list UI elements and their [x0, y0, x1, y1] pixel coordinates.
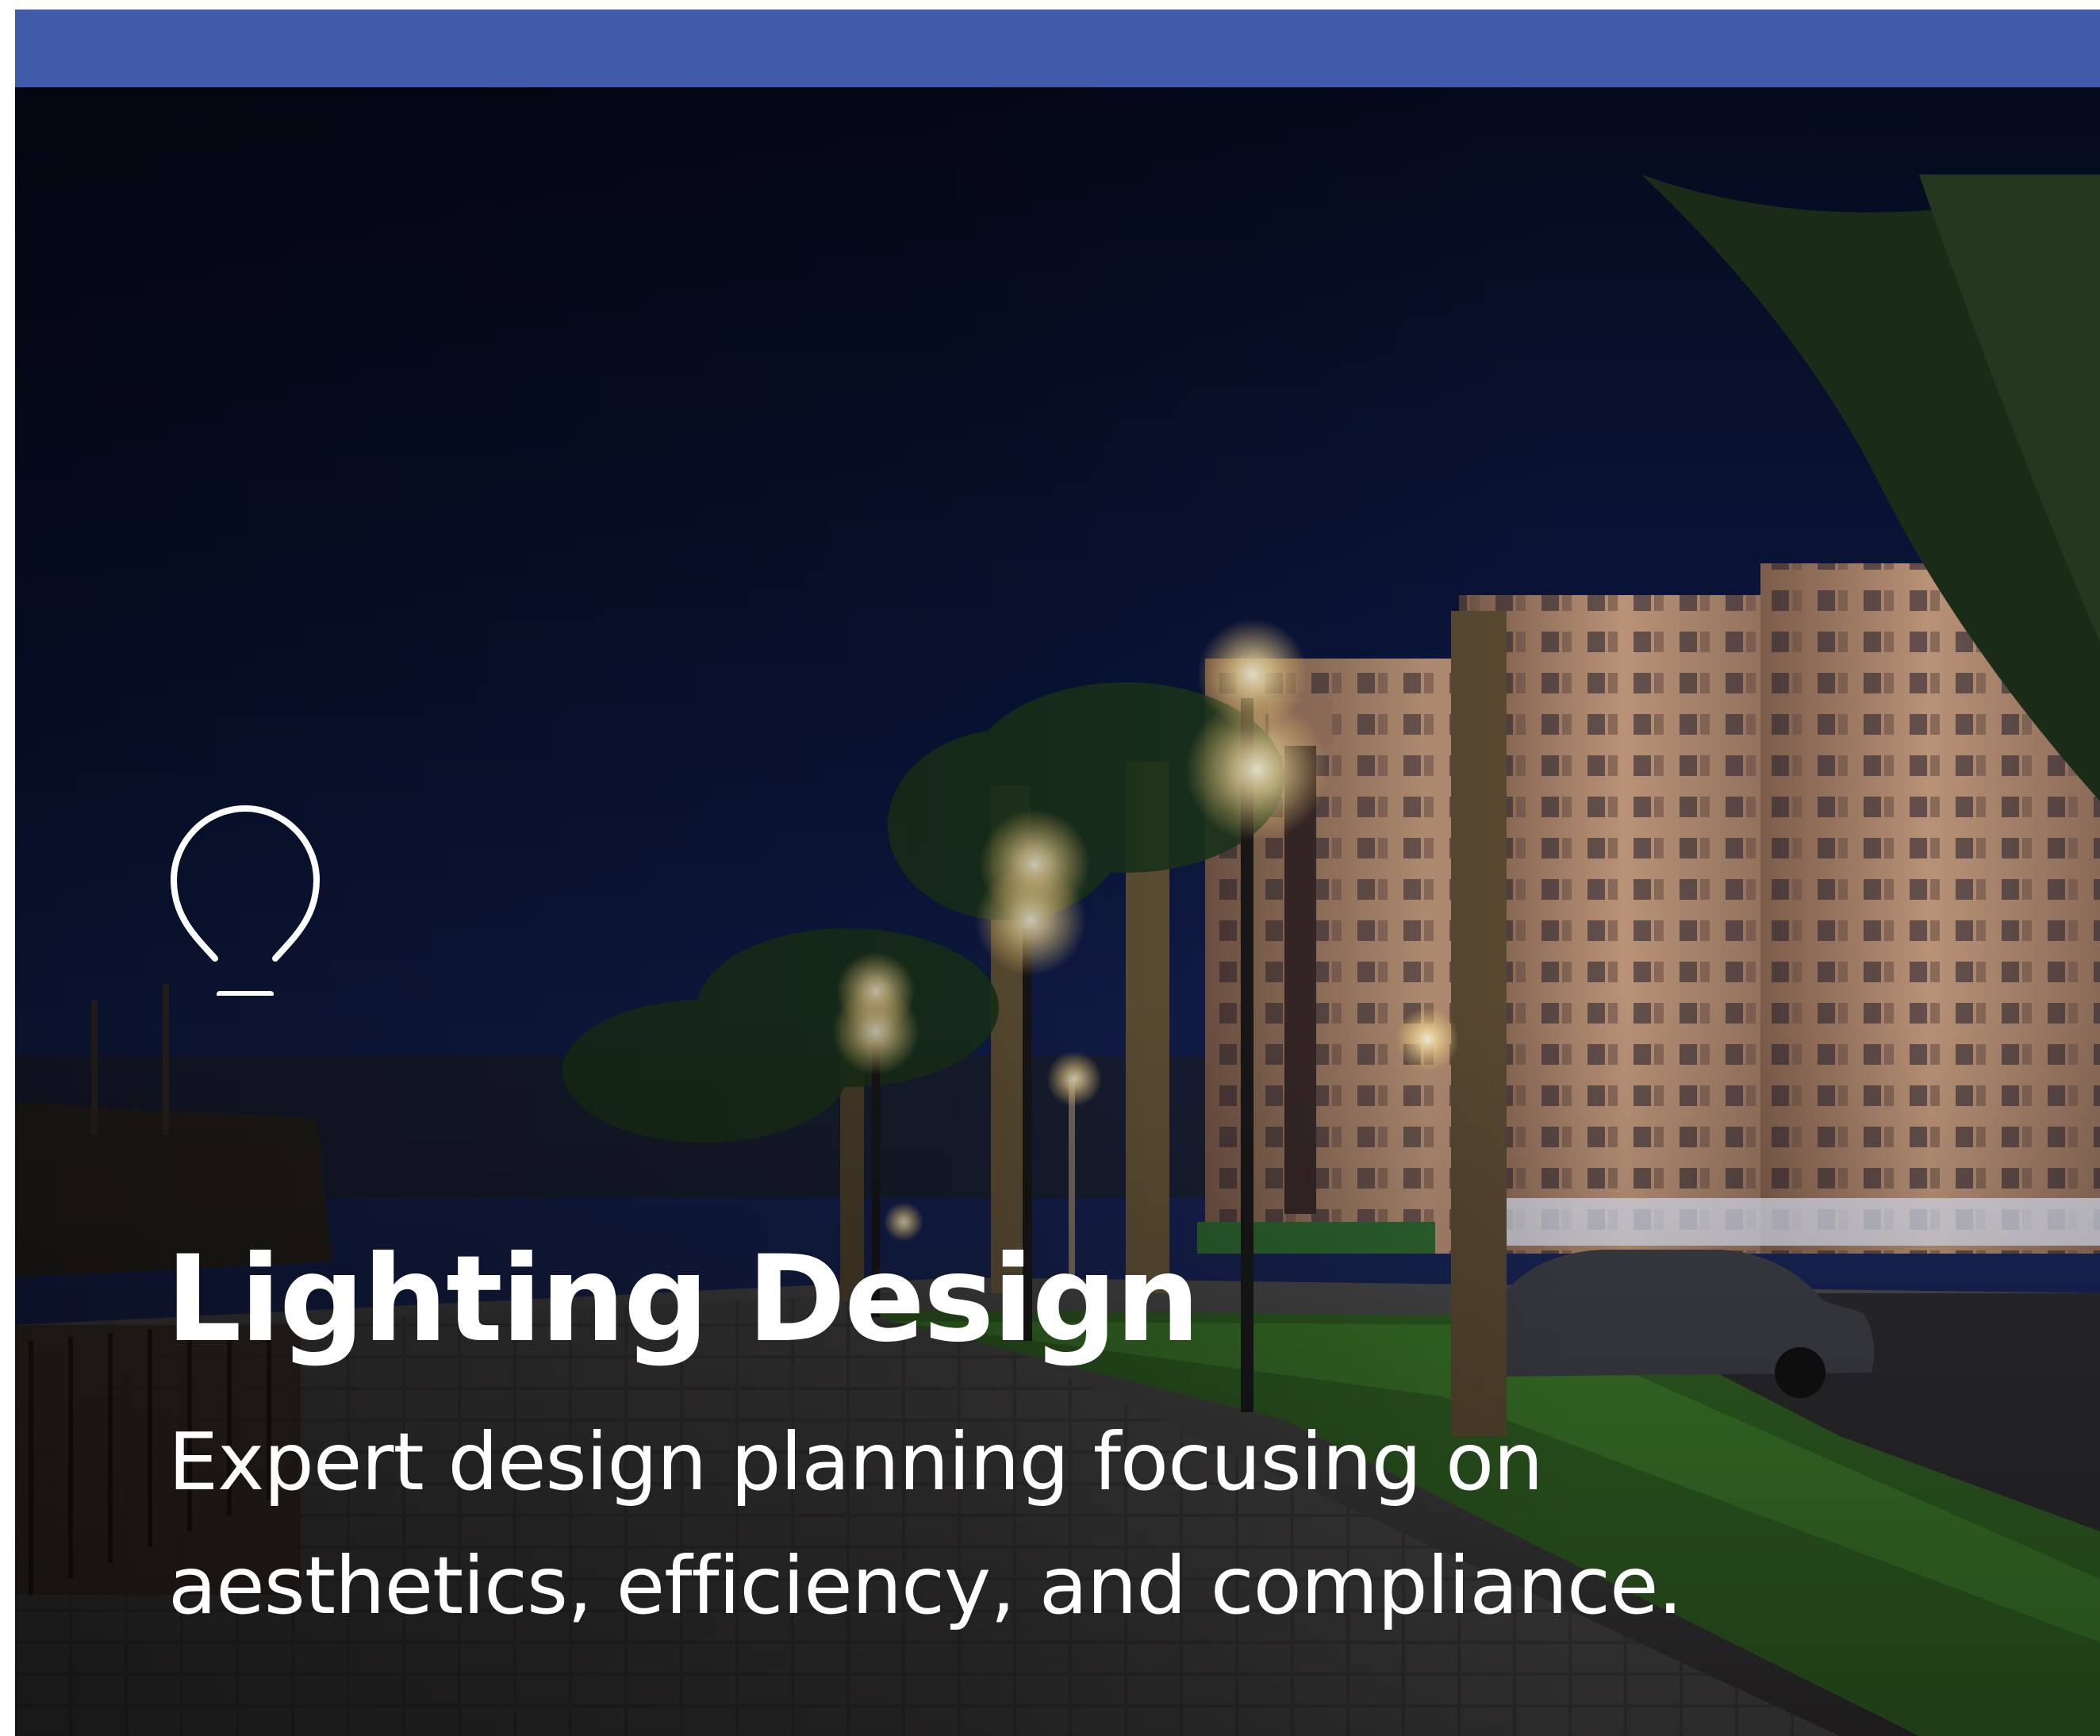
card-description: Expert design planning focusing on aesth… [168, 1415, 1683, 1632]
service-card[interactable]: Lighting Design Expert design planning f… [15, 87, 2100, 1736]
top-bar [15, 10, 2100, 87]
card-title: Lighting Design [166, 1231, 1200, 1369]
page: Lighting Design Expert design planning f… [0, 0, 2100, 1736]
lightbulb-icon [171, 805, 320, 996]
